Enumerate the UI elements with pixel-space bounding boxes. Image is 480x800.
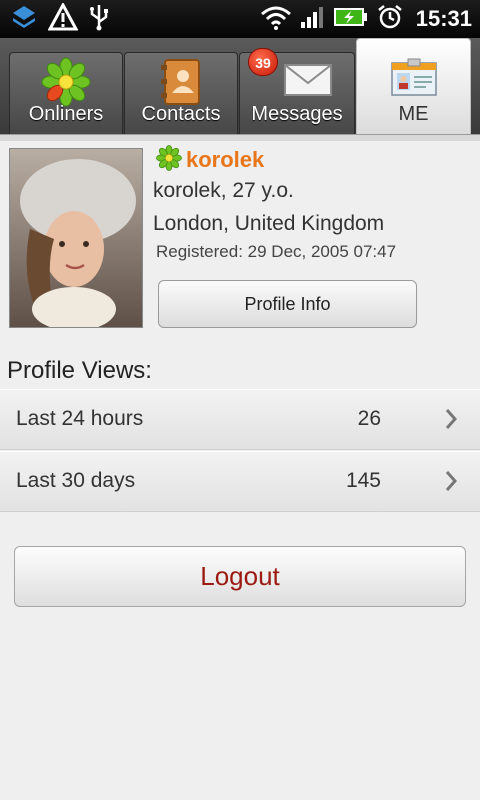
views-last-24-hours-row[interactable]: Last 24 hours 26 bbox=[0, 389, 480, 450]
tab-onliners-label: Onliners bbox=[28, 103, 104, 125]
chevron-right-icon bbox=[444, 408, 458, 435]
signal-icon bbox=[300, 5, 326, 34]
envelope-icon bbox=[282, 57, 334, 106]
unread-messages-badge: 39 bbox=[248, 48, 278, 76]
list-item-count: 145 bbox=[345, 469, 381, 492]
name-age: korolek, 27 y.o. bbox=[153, 179, 294, 202]
tab-messages-label: Messages bbox=[251, 103, 343, 125]
tab-contacts-label: Contacts bbox=[141, 103, 221, 125]
id-card-icon bbox=[390, 57, 438, 102]
alarm-icon bbox=[376, 3, 404, 36]
profile-views-title: Profile Views: bbox=[7, 357, 152, 384]
list-item-count: 26 bbox=[357, 407, 381, 430]
avatar[interactable] bbox=[9, 148, 143, 328]
warning-icon bbox=[47, 1, 79, 36]
icq-flower-icon bbox=[156, 144, 182, 176]
profile-info-button[interactable]: Profile Info bbox=[158, 280, 417, 328]
tab-onliners[interactable]: Onliners bbox=[9, 52, 123, 134]
status-bar: 15:31 bbox=[0, 0, 480, 38]
battery-charging-icon bbox=[333, 6, 368, 33]
username-row: korolek bbox=[156, 144, 265, 176]
chevron-right-icon bbox=[444, 470, 458, 497]
tab-me[interactable]: ME bbox=[356, 38, 471, 134]
username: korolek bbox=[186, 147, 265, 172]
clock: 15:31 bbox=[415, 6, 472, 31]
location: London, United Kingdom bbox=[153, 212, 385, 235]
logout-button[interactable]: Logout bbox=[14, 546, 466, 607]
wifi-icon bbox=[260, 4, 292, 35]
tab-me-label: ME bbox=[398, 103, 429, 125]
list-item-label: Last 30 days bbox=[16, 469, 136, 492]
tab-bar-divider bbox=[0, 134, 480, 141]
tab-contacts[interactable]: Contacts bbox=[124, 52, 238, 134]
list-item-label: Last 24 hours bbox=[16, 407, 144, 430]
usb-icon bbox=[88, 3, 110, 36]
tab-bar: Onliners Contacts Messages ME bbox=[0, 38, 480, 134]
views-last-30-days-row[interactable]: Last 30 days 145 bbox=[0, 451, 480, 512]
dropbox-sync-icon bbox=[10, 3, 38, 36]
registration-date: Registered: 29 Dec, 2005 07:47 bbox=[156, 242, 397, 261]
